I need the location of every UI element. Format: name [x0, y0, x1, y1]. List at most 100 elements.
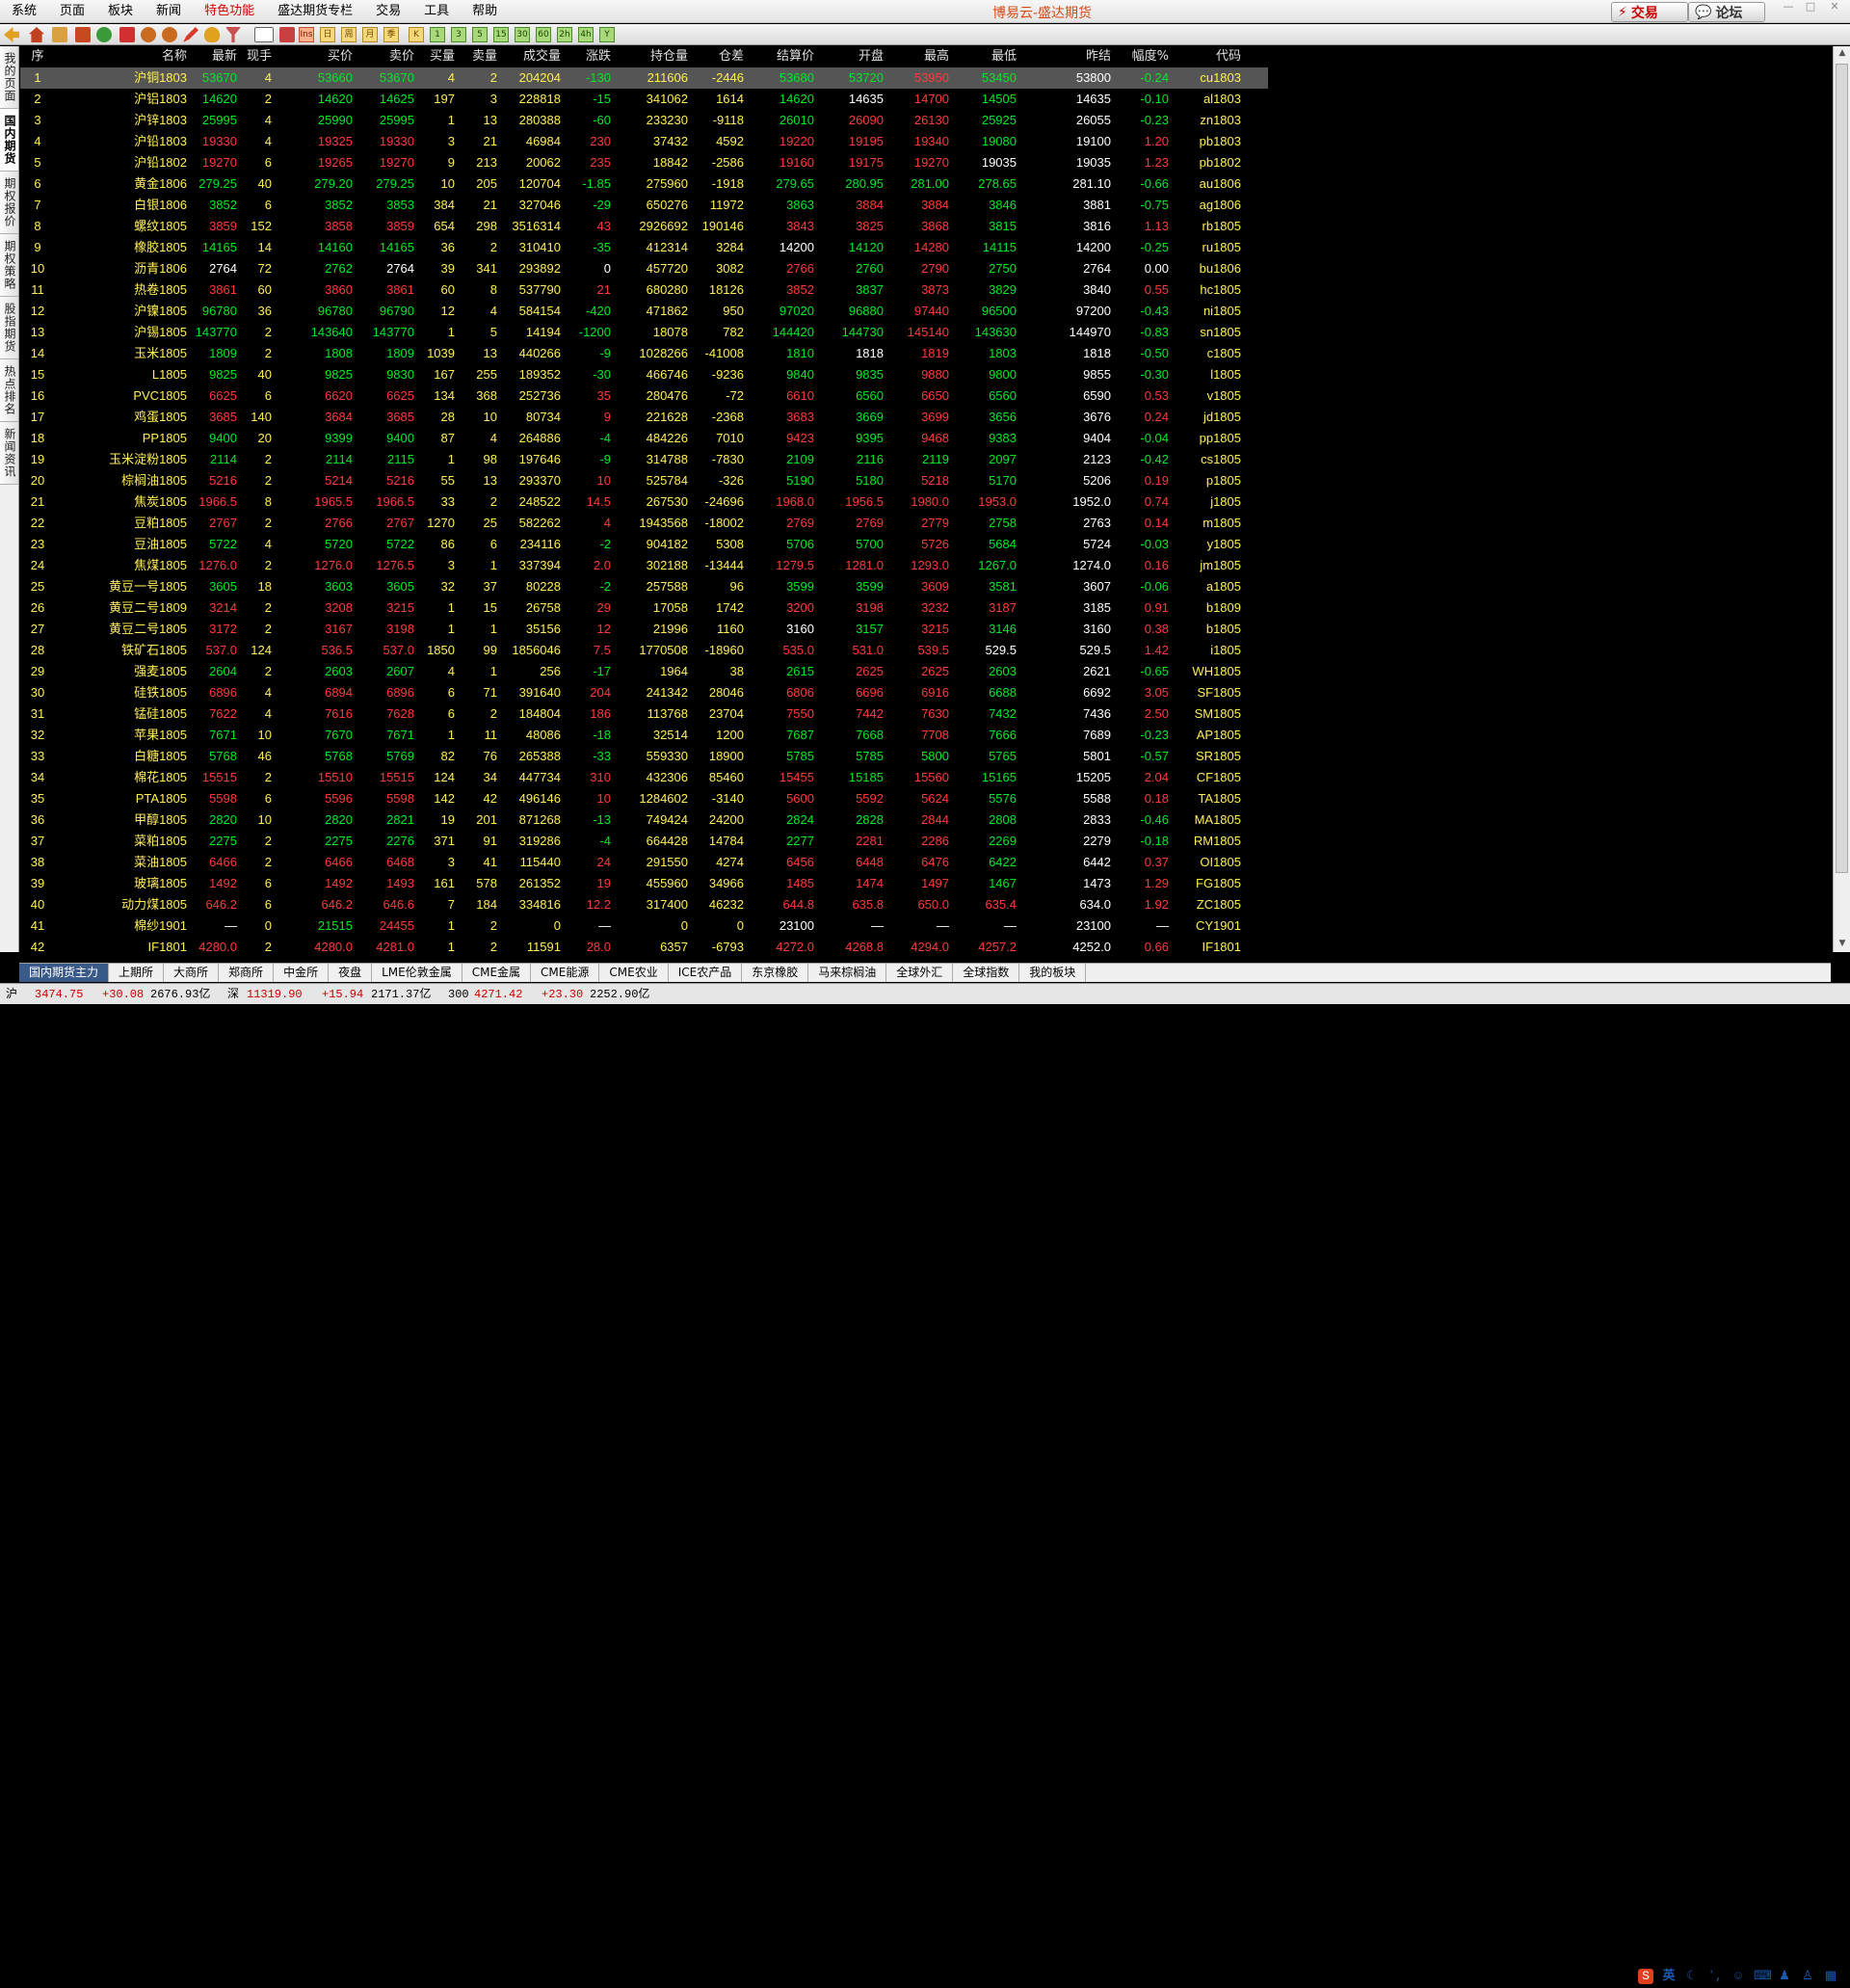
refresh-icon[interactable]	[96, 27, 112, 42]
punctuation-icon[interactable]: ʼ,	[1707, 1969, 1723, 1984]
market-tab[interactable]: 郑商所	[219, 964, 275, 982]
menu-item[interactable]: 盛达期货专栏	[266, 0, 364, 23]
menu-item[interactable]: 交易	[364, 0, 412, 23]
menu-item[interactable]: 帮助	[461, 0, 509, 23]
column-header[interactable]: 涨跌	[564, 46, 614, 67]
table-row[interactable]: 23 豆油1805 5722 4 5720 5722 86 6 234116 -2 904182 53…	[20, 534, 1268, 555]
table-row[interactable]: 13 沪锡1805 143770 2 143640 143770 1 5 14194 -1200 1…	[20, 322, 1268, 343]
table-row[interactable]: 14 玉米1805 1809 2 1808 1809 1039 13 440266 -9 10282…	[20, 343, 1268, 364]
market-tab[interactable]: 上期所	[109, 964, 165, 982]
period-button[interactable]: 30	[515, 27, 530, 42]
table-row[interactable]: 8 螺纹1805 3859 152 3858 3859 654 298 3516314 43 292…	[20, 216, 1268, 237]
left-nav-tab[interactable]: 热点排名	[0, 359, 18, 422]
scroll-up-icon[interactable]: ▲	[1837, 48, 1848, 60]
market-tab[interactable]: 国内期货主力	[19, 964, 110, 982]
chart-window-icon[interactable]	[119, 27, 135, 42]
left-nav-tab[interactable]: 新闻资讯	[0, 422, 18, 485]
menu-item[interactable]: 系统	[0, 0, 48, 23]
scroll-thumb[interactable]	[1836, 64, 1848, 873]
left-nav-tab[interactable]: 股指期货	[0, 297, 18, 359]
menu-item[interactable]: 板块	[96, 0, 145, 23]
column-header[interactable]: 持仓量	[614, 46, 691, 67]
bell-icon[interactable]	[204, 27, 220, 42]
table-row[interactable]: 2 沪铝1803 14620 2 14620 14625 197 3 228818 -15 3410…	[20, 89, 1268, 110]
table-row[interactable]: 6 黄金1806 279.25 40 279.20 279.25 10 205 120704 -1…	[20, 173, 1268, 195]
market-tab[interactable]: 全球外汇	[886, 964, 954, 982]
table-row[interactable]: 30 硅铁1805 6896 4 6894 6896 6 71 391640 204 241342 2…	[20, 682, 1268, 703]
period-button[interactable]: 日	[320, 27, 335, 42]
table-row[interactable]: 3 沪锌1803 25995 4 25990 25995 1 13 280388 -60 23323…	[20, 110, 1268, 131]
table-row[interactable]: 1 沪铜1803 53670 4 53660 53670 4 2 204204 -130 21160…	[20, 67, 1268, 89]
table-row[interactable]: 20 棕榈油1805 5216 2 5214 5216 55 13 293370 10 525784…	[20, 470, 1268, 491]
menu-item[interactable]: 新闻	[145, 0, 193, 23]
left-nav-tab[interactable]: 国内期货	[0, 109, 18, 172]
market-tab[interactable]: CME能源	[531, 964, 600, 982]
period-button[interactable]: 4h	[578, 27, 594, 42]
market-tab[interactable]: 夜盘	[329, 964, 373, 982]
table-row[interactable]: 37 菜粕1805 2275 2 2275 2276 371 91 319286 -4 664428…	[20, 831, 1268, 852]
column-header[interactable]: 卖量	[458, 46, 500, 67]
column-header[interactable]: 名称	[55, 46, 190, 67]
table-row[interactable]: 34 棉花1805 15515 2 15510 15515 124 34 447734 310 43…	[20, 767, 1268, 788]
period-button[interactable]: Ins	[299, 27, 314, 42]
period-button[interactable]: 3	[451, 27, 466, 42]
vertical-scrollbar[interactable]: ▲ ▼	[1833, 46, 1850, 952]
table-row[interactable]: 22 豆粕1805 2767 2 2766 2767 1270 25 582262 4 194356…	[20, 513, 1268, 534]
table-row[interactable]: 24 焦煤1805 1276.0 2 1276.0 1276.5 3 1 337394 2.0 30…	[20, 555, 1268, 576]
table-row[interactable]: 4 沪铅1803 19330 4 19325 19330 3 21 46984 230 37432 4…	[20, 131, 1268, 152]
user-icon[interactable]: ♟	[1777, 1969, 1792, 1984]
period-button[interactable]: 60	[536, 27, 551, 42]
column-header[interactable]: 结算价	[747, 46, 817, 67]
zoom-out-icon[interactable]	[162, 27, 177, 42]
market-tab[interactable]: 我的板块	[1019, 964, 1087, 982]
table-row[interactable]: 41 棉纱1901 — 0 21515 24455 1 2 0 — 0 0 23100 — — — 23100 —…	[20, 915, 1268, 937]
column-header[interactable]: 幅度%	[1114, 46, 1172, 67]
table-row[interactable]: 10 沥青1806 2764 72 2762 2764 39 341 293892 0 457720…	[20, 258, 1268, 279]
column-header[interactable]: 最高	[886, 46, 952, 67]
grid-icon[interactable]: ▦	[1823, 1969, 1838, 1984]
table-row[interactable]: 7 白银1806 3852 6 3852 3853 384 21 327046 -29 650276…	[20, 195, 1268, 216]
ime-language-toggle[interactable]: 英	[1661, 1969, 1677, 1984]
table-row[interactable]: 29 强麦1805 2604 2 2603 2607 4 1 256 -17 1964 38 2615 2…	[20, 661, 1268, 682]
news-icon[interactable]	[75, 27, 91, 42]
column-header[interactable]: 现手	[240, 46, 275, 67]
table-row[interactable]: 35 PTA1805 5598 6 5596 5598 142 42 496146 10 12846…	[20, 788, 1268, 809]
table-row[interactable]: 36 甲醇1805 2820 10 2820 2821 19 201 871268 -13 7494…	[20, 809, 1268, 831]
table-row[interactable]: 18 PP1805 9400 20 9399 9400 87 4 264886 -4 484226 7…	[20, 428, 1268, 449]
column-header[interactable]: 仓差	[691, 46, 747, 67]
table-row[interactable]: 28 铁矿石1805 537.0 124 536.5 537.0 1850 99 1856046…	[20, 640, 1268, 661]
table-row[interactable]: 40 动力煤1805 646.2 6 646.2 646.6 7 184 334816 12.2 3…	[20, 894, 1268, 915]
moon-icon[interactable]: ☾	[1684, 1969, 1700, 1984]
table-row[interactable]: 11 热卷1805 3861 60 3860 3861 60 8 537790 21 680280 1…	[20, 279, 1268, 301]
emoji-icon[interactable]: ☺	[1731, 1969, 1746, 1984]
menu-item[interactable]: 特色功能	[193, 0, 266, 23]
menu-item[interactable]: 工具	[412, 0, 461, 23]
table-row[interactable]: 16 PVC1805 6625 6 6620 6625 134 368 252736 35 2804…	[20, 385, 1268, 407]
left-nav-tab[interactable]: 我的页面	[0, 46, 18, 109]
period-button[interactable]: 1	[430, 27, 445, 42]
column-header[interactable]: 昨结	[1019, 46, 1114, 67]
table-row[interactable]: 31 锰硅1805 7622 4 7616 7628 6 2 184804 186 113768 23…	[20, 703, 1268, 725]
table-row[interactable]: 25 黄豆一号1805 3605 18 3603 3605 32 37 80228 -2 25758…	[20, 576, 1268, 597]
period-button[interactable]: 周	[341, 27, 357, 42]
table-row[interactable]: 26 黄豆二号1809 3214 2 3208 3215 1 15 26758 29 17058 17…	[20, 597, 1268, 619]
scroll-down-icon[interactable]: ▼	[1837, 939, 1848, 950]
back-arrow-icon[interactable]	[4, 27, 19, 42]
column-header[interactable]: 最低	[952, 46, 1019, 67]
market-tab[interactable]: 全球指数	[953, 964, 1020, 982]
market-tab[interactable]: 东京橡胶	[742, 964, 809, 982]
period-button[interactable]: 5	[472, 27, 488, 42]
filter-icon[interactable]	[225, 27, 241, 42]
market-tab[interactable]: 马来棕榈油	[808, 964, 887, 982]
forum-button[interactable]: 💬 论坛	[1688, 2, 1765, 22]
market-tab[interactable]: ICE农产品	[669, 964, 743, 982]
table-row[interactable]: 27 黄豆二号1805 3172 2 3167 3198 1 1 35156 12 21996 116…	[20, 619, 1268, 640]
period-button[interactable]: 2h	[557, 27, 572, 42]
column-header[interactable]: 代码	[1172, 46, 1244, 67]
table-row[interactable]: 19 玉米淀粉1805 2114 2 2114 2115 1 98 197646 -9 314788…	[20, 449, 1268, 470]
table-row[interactable]: 5 沪铅1802 19270 6 19265 19270 9 213 20062 235 18842…	[20, 152, 1268, 173]
table-row[interactable]: 21 焦炭1805 1966.5 8 1965.5 1966.5 33 2 248522 14.5…	[20, 491, 1268, 513]
column-header[interactable]: 序	[20, 46, 55, 67]
column-header[interactable]: 买量	[417, 46, 458, 67]
table-row[interactable]: 42 IF1801 4280.0 2 4280.0 4281.0 1 2 11591 28.0 63…	[20, 937, 1268, 952]
